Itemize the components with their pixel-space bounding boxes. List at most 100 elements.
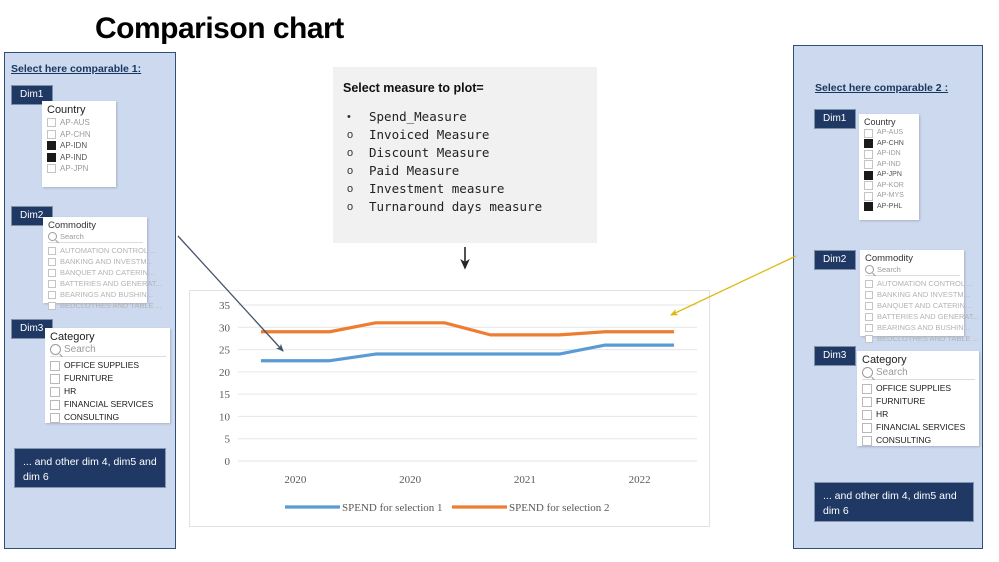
left-category-option[interactable]: OFFICE SUPPLIES (50, 359, 166, 372)
checkbox-checked-icon[interactable] (864, 139, 873, 149)
checkbox-icon[interactable] (47, 164, 56, 174)
right-category-slicer[interactable]: Category Search OFFICE SUPPLIES FURNITUR… (857, 351, 979, 446)
left-commodity-option[interactable]: BEARINGS AND BUSHIN... (48, 289, 153, 300)
right-country-option[interactable]: AP-KOR (864, 181, 915, 192)
radio-selected-icon[interactable]: • (343, 108, 369, 126)
checkbox-icon[interactable] (50, 386, 60, 397)
left-commodity-option[interactable]: AUTOMATION CONTROL ... (48, 245, 156, 256)
checkbox-icon[interactable] (50, 373, 60, 384)
checkbox-icon[interactable] (47, 118, 56, 128)
checkbox-checked-icon[interactable] (47, 152, 56, 162)
checkbox-icon[interactable] (48, 246, 56, 255)
checkbox-icon[interactable] (865, 279, 873, 288)
right-country-option[interactable]: AP-JPN (864, 170, 915, 181)
left-category-option[interactable]: FINANCIAL SERVICES (50, 398, 166, 411)
right-country-option[interactable]: AP-MYS (864, 191, 915, 202)
right-country-option[interactable]: AP-IND (864, 160, 915, 171)
right-category-option[interactable]: FINANCIAL SERVICES (862, 421, 975, 434)
right-category-option[interactable]: OFFICE SUPPLIES (862, 382, 975, 395)
checkbox-icon[interactable] (862, 422, 872, 433)
measure-option-spend[interactable]: • Spend_Measure (343, 108, 597, 126)
radio-icon[interactable]: o (343, 180, 369, 198)
checkbox-icon[interactable] (865, 334, 873, 343)
checkbox-icon[interactable] (865, 301, 873, 310)
left-commodity-option[interactable]: BATTERIES AND GENERAT... (48, 278, 162, 289)
measure-option-paid[interactable]: o Paid Measure (343, 162, 597, 180)
right-category-option[interactable]: CONSULTING (862, 434, 975, 447)
checkbox-icon[interactable] (48, 257, 56, 266)
right-dim3-badge[interactable]: Dim3 (814, 346, 856, 366)
right-country-option[interactable]: AP-AUS (864, 128, 915, 139)
checkbox-icon[interactable] (864, 160, 873, 170)
right-commodity-option[interactable]: BANQUET AND CATERIN... (865, 300, 971, 311)
left-country-option[interactable]: AP-IDN (47, 140, 112, 152)
radio-icon[interactable]: o (343, 144, 369, 162)
right-commodity-option[interactable]: BEDCLOTHES AND TABLE ... (865, 333, 979, 344)
measure-option-invoiced[interactable]: o Invoiced Measure (343, 126, 597, 144)
right-commodity-option[interactable]: BATTERIES AND GENERAT... (865, 311, 979, 322)
checkbox-icon[interactable] (865, 290, 873, 299)
right-country-slicer[interactable]: Country AP-AUS AP-CHN AP-IDN AP-IND AP-J… (859, 114, 919, 220)
radio-icon[interactable]: o (343, 162, 369, 180)
right-category-search-input[interactable]: Search (862, 367, 975, 380)
left-commodity-search-input[interactable]: Search (48, 232, 143, 243)
right-commodity-option[interactable]: AUTOMATION CONTROL ... (865, 278, 973, 289)
checkbox-icon[interactable] (50, 399, 60, 410)
checkbox-icon[interactable] (48, 301, 56, 310)
left-country-slicer[interactable]: Country AP-AUS AP-CHN AP-IDN AP-IND AP-J… (42, 101, 116, 187)
radio-icon[interactable]: o (343, 198, 369, 216)
legend-label[interactable]: SPEND for selection 2 (509, 502, 610, 514)
right-country-option[interactable]: AP-CHN (864, 139, 915, 150)
checkbox-icon[interactable] (864, 149, 873, 159)
checkbox-icon[interactable] (50, 412, 60, 423)
checkbox-icon[interactable] (48, 279, 56, 288)
legend-label[interactable]: SPEND for selection 1 (342, 502, 443, 514)
measure-option-discount[interactable]: o Discount Measure (343, 144, 597, 162)
left-country-option[interactable]: AP-IND (47, 152, 112, 164)
left-country-option[interactable]: AP-JPN (47, 163, 112, 175)
right-dim1-badge[interactable]: Dim1 (814, 109, 856, 129)
measure-option-turnaround[interactable]: o Turnaround days measure (343, 198, 597, 216)
left-commodity-slicer[interactable]: Commodity Search AUTOMATION CONTROL ... … (43, 217, 162, 310)
right-country-option[interactable]: AP-IDN (864, 149, 915, 160)
left-category-option[interactable]: HR (50, 385, 166, 398)
right-dim2-badge[interactable]: Dim2 (814, 250, 856, 270)
checkbox-icon[interactable] (862, 435, 872, 446)
chart-series-line[interactable] (260, 343, 675, 363)
right-category-option[interactable]: FURNITURE (862, 395, 975, 408)
left-commodity-option[interactable]: BEDCLOTHES AND TABLE ... (48, 300, 162, 311)
right-country-option[interactable]: AP-PHL (864, 202, 915, 213)
radio-icon[interactable]: o (343, 126, 369, 144)
checkbox-icon[interactable] (864, 181, 873, 191)
checkbox-icon[interactable] (50, 360, 60, 371)
chart-series-line[interactable] (260, 321, 675, 337)
left-commodity-option[interactable]: BANKING AND INVESTM... (48, 256, 153, 267)
left-commodity-option[interactable]: BANQUET AND CATERIN... (48, 267, 154, 278)
checkbox-checked-icon[interactable] (864, 202, 873, 212)
checkbox-icon[interactable] (48, 290, 56, 299)
checkbox-icon[interactable] (47, 129, 56, 139)
checkbox-icon[interactable] (862, 396, 872, 407)
right-category-option[interactable]: HR (862, 408, 975, 421)
left-country-option[interactable]: AP-CHN (47, 129, 112, 141)
right-commodity-slicer[interactable]: Commodity Search AUTOMATION CONTROL ... … (860, 250, 979, 343)
checkbox-checked-icon[interactable] (864, 170, 873, 180)
comparison-line-chart[interactable]: 0 5 10 15 20 25 30 35 2020 2020 2021 2022 SPEND for … (189, 290, 710, 527)
checkbox-icon[interactable] (48, 268, 56, 277)
checkbox-checked-icon[interactable] (47, 141, 56, 151)
right-commodity-option[interactable]: BEARINGS AND BUSHIN... (865, 322, 970, 333)
checkbox-icon[interactable] (865, 323, 873, 332)
measure-option-investment[interactable]: o Investment measure (343, 180, 597, 198)
checkbox-icon[interactable] (864, 191, 873, 201)
checkbox-icon[interactable] (862, 383, 872, 394)
left-category-option[interactable]: FURNITURE (50, 372, 166, 385)
left-category-slicer[interactable]: Category Search OFFICE SUPPLIES FURNITUR… (45, 328, 170, 423)
left-category-search-input[interactable]: Search (50, 344, 166, 357)
checkbox-icon[interactable] (864, 128, 873, 138)
left-category-option[interactable]: CONSULTING (50, 411, 166, 424)
checkbox-icon[interactable] (862, 409, 872, 420)
checkbox-icon[interactable] (865, 312, 873, 321)
right-commodity-option[interactable]: BANKING AND INVESTM... (865, 289, 970, 300)
right-commodity-search-input[interactable]: Search (865, 265, 960, 276)
left-country-option[interactable]: AP-AUS (47, 117, 112, 129)
